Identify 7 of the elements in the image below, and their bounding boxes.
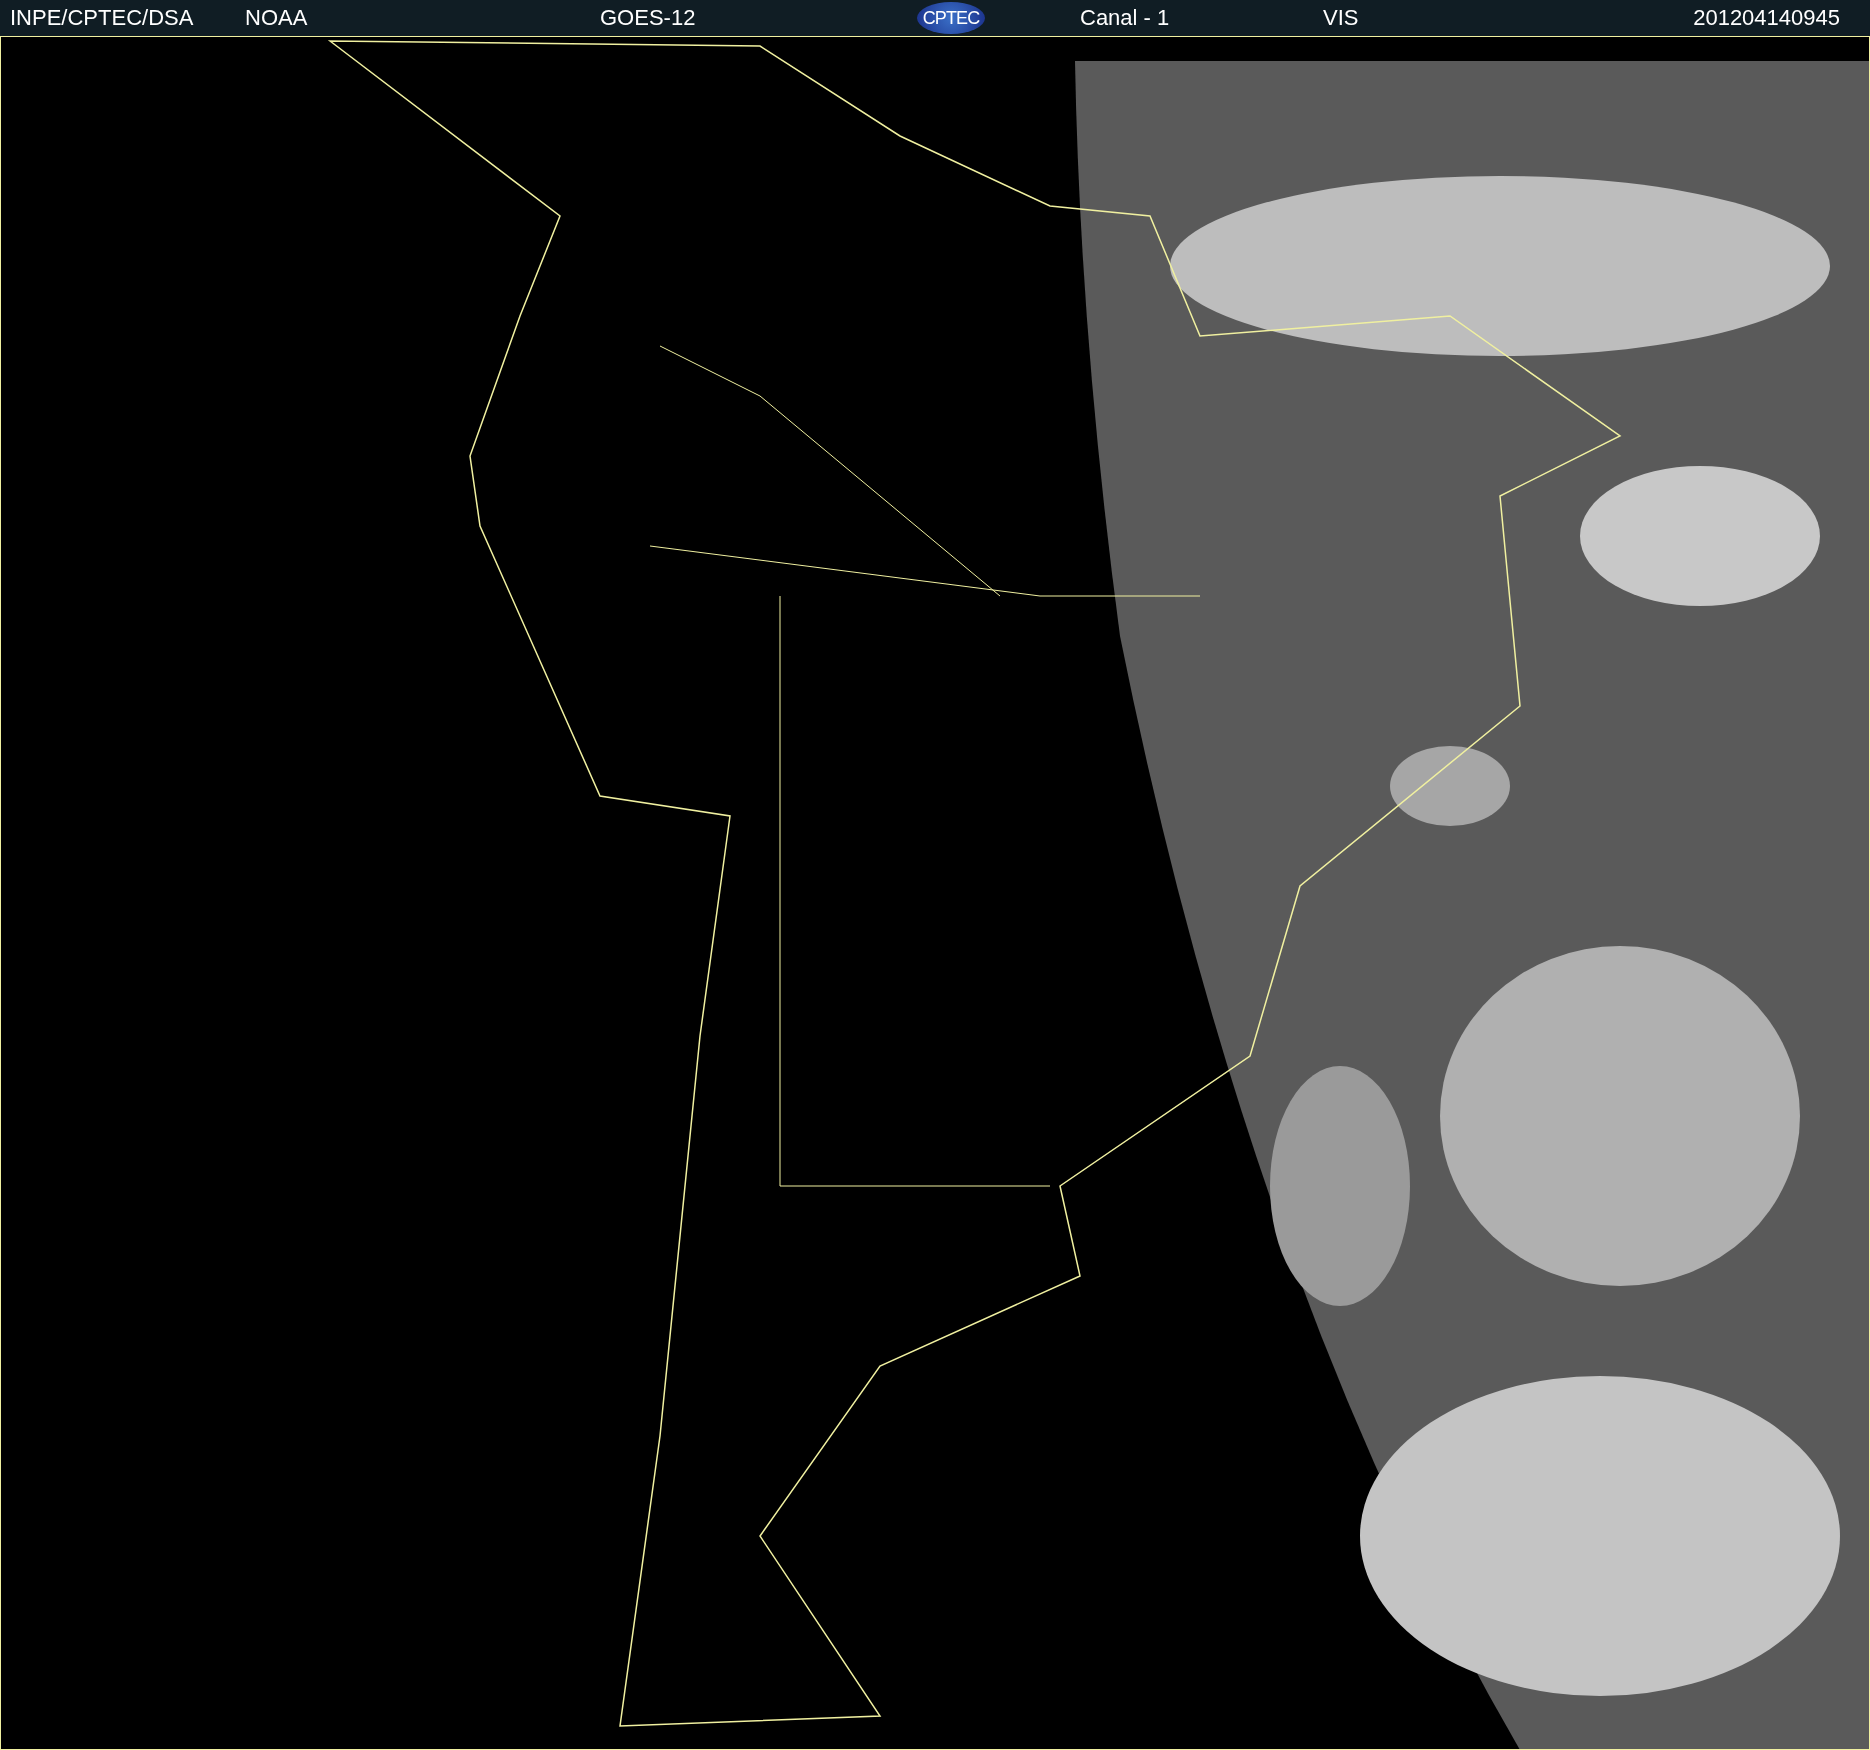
source-label: NOAA: [245, 5, 308, 30]
channel-label: Canal - 1: [1080, 5, 1170, 30]
timestamp-label: 201204140945: [1693, 7, 1840, 29]
agency-label: INPE/CPTEC/DSA: [10, 5, 194, 30]
satellite-label: GOES-12: [600, 5, 696, 30]
logo-badge: CPTEC: [917, 2, 985, 34]
band-label: VIS: [1323, 7, 1359, 29]
